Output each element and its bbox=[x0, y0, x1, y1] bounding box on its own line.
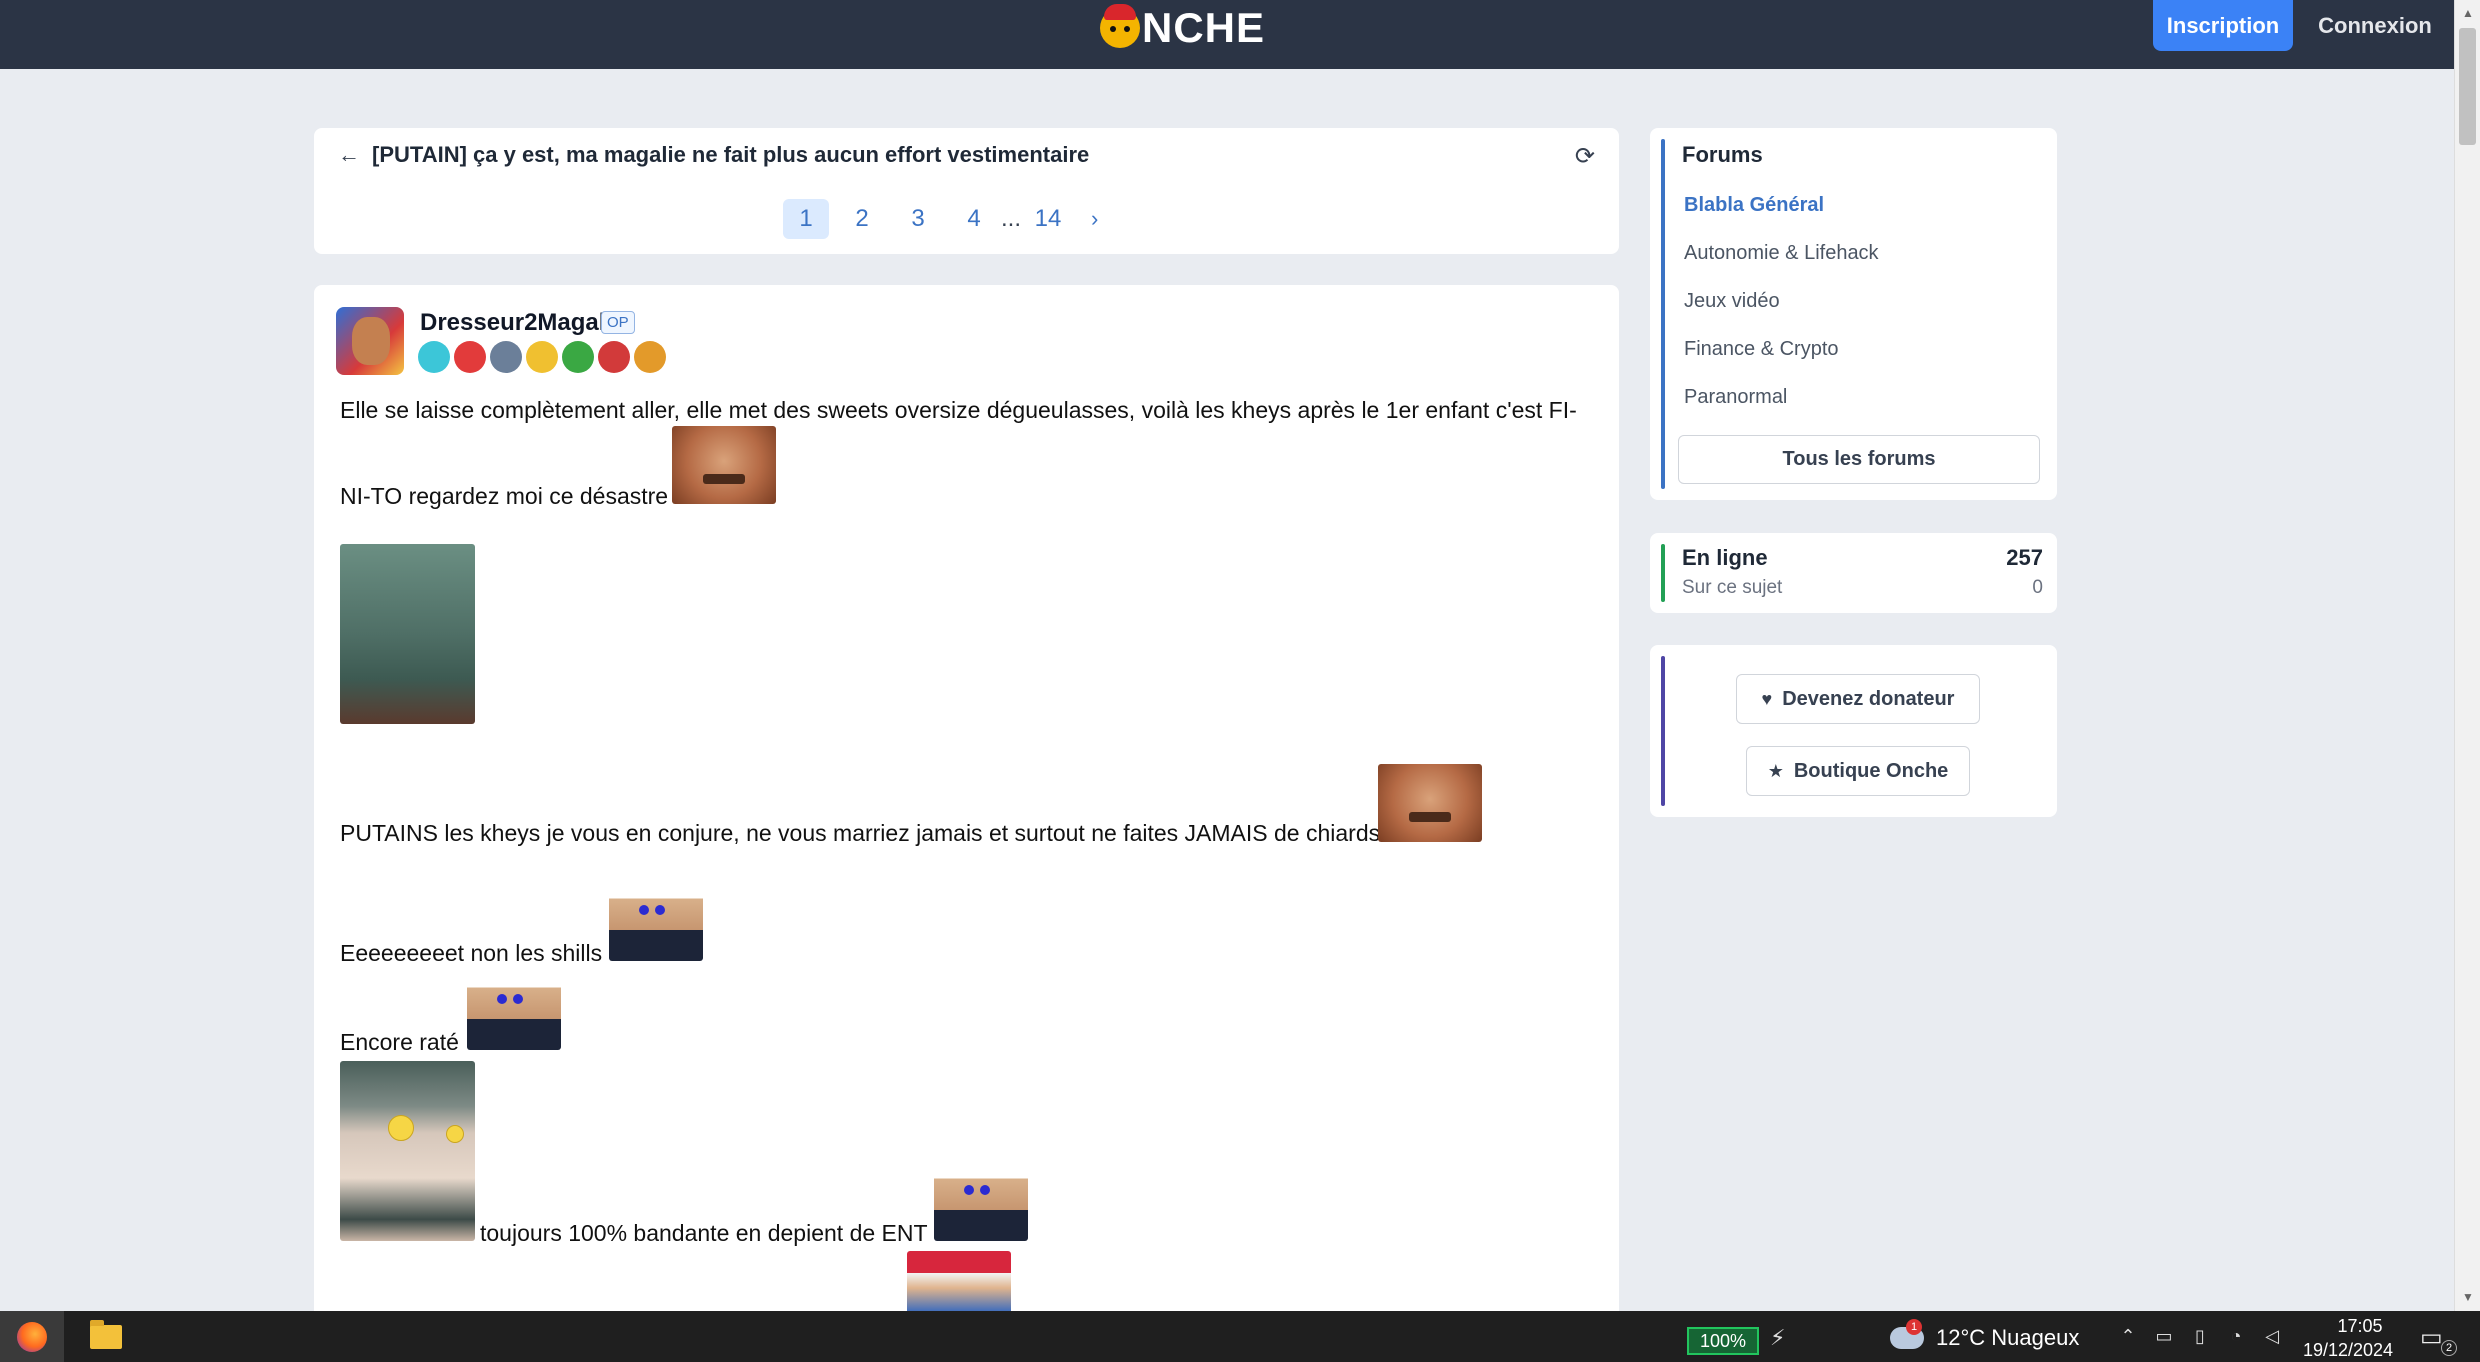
badge-icon bbox=[418, 341, 450, 373]
volume-icon[interactable]: ◁ bbox=[2260, 1325, 2284, 1347]
forum-item-finance[interactable]: Finance & Crypto bbox=[1684, 338, 1839, 361]
support-card: ♥ Devenez donateur ★ Boutique Onche bbox=[1650, 645, 2057, 817]
donate-label: Devenez donateur bbox=[1782, 687, 1955, 710]
badge-icon bbox=[454, 341, 486, 373]
post-card: Dresseur2Magali OP Elle se laisse complè… bbox=[314, 285, 1619, 1325]
sticker-image bbox=[609, 883, 703, 961]
battery-icon[interactable]: ▭ bbox=[2152, 1325, 2176, 1347]
page-link-3[interactable]: 3 bbox=[895, 199, 941, 239]
star-icon: ★ bbox=[1767, 760, 1784, 781]
refresh-icon[interactable]: ⟳ bbox=[1575, 142, 1595, 171]
sticker-image bbox=[1378, 764, 1482, 842]
chevron-right-icon[interactable]: › bbox=[1091, 206, 1098, 232]
post-text-line: Eeeeeeeeet non les shills bbox=[340, 940, 603, 966]
badge-icon bbox=[634, 341, 666, 373]
device-icon[interactable]: ▯ bbox=[2188, 1325, 2212, 1347]
post-text-line: PUTAINS les kheys je vous en conjure, ne… bbox=[340, 820, 1381, 846]
forum-item-paranormal[interactable]: Paranormal bbox=[1684, 386, 1787, 409]
scroll-up-icon[interactable]: ▲ bbox=[2462, 6, 2474, 20]
topic-viewers-count: 0 bbox=[2032, 577, 2043, 598]
mascot-icon bbox=[1100, 4, 1140, 48]
sticker-image bbox=[934, 1163, 1028, 1241]
weather-alert-badge: 1 bbox=[1906, 1319, 1922, 1335]
clock-date[interactable]: 19/12/2024 bbox=[2296, 1340, 2400, 1361]
badge-icon bbox=[490, 341, 522, 373]
wifi-icon[interactable]: ◔ bbox=[2224, 1325, 2248, 1347]
forum-item-blabla[interactable]: Blabla Général bbox=[1684, 194, 1824, 217]
avatar[interactable] bbox=[336, 307, 404, 375]
pagination: 1 2 3 4 ... 14 › bbox=[783, 199, 1098, 239]
online-label: En ligne bbox=[1682, 545, 1768, 570]
chevron-up-icon[interactable]: ⌃ bbox=[2116, 1325, 2140, 1347]
donate-button[interactable]: ♥ Devenez donateur bbox=[1736, 674, 1980, 724]
signup-button[interactable]: Inscription bbox=[2153, 0, 2293, 51]
forum-item-autonomie[interactable]: Autonomie & Lifehack bbox=[1684, 242, 1879, 265]
post-text-line: Encore raté bbox=[340, 1029, 459, 1055]
card-accent bbox=[1661, 139, 1665, 489]
pagination-ellipsis: ... bbox=[1001, 205, 1022, 232]
shop-label: Boutique Onche bbox=[1793, 759, 1949, 782]
post-photo[interactable] bbox=[340, 1061, 475, 1241]
firefox-icon bbox=[17, 1321, 47, 1352]
card-accent bbox=[1661, 544, 1665, 602]
notification-count: 2 bbox=[2441, 1340, 2457, 1356]
topic-title-row: ← [PUTAIN] ça y est, ma magalie ne fait … bbox=[338, 142, 1089, 168]
site-logo[interactable]: NCHE bbox=[1100, 4, 1265, 52]
system-tray: ⌃ ▭ ▯ ◔ ◁ bbox=[2116, 1325, 2296, 1347]
page-link-4[interactable]: 4 bbox=[951, 199, 997, 239]
badge-icon bbox=[526, 341, 558, 373]
sticker-image bbox=[672, 426, 776, 504]
badge-icon bbox=[598, 341, 630, 373]
page-scrollbar[interactable]: ▲ ▼ bbox=[2454, 0, 2480, 1311]
battery-indicator[interactable]: 100% bbox=[1687, 1327, 1759, 1355]
folder-icon bbox=[90, 1319, 122, 1349]
login-button[interactable]: Connexion bbox=[2305, 0, 2445, 51]
weather-text[interactable]: 12°C Nuageux bbox=[1936, 1325, 2079, 1351]
topic-title: [PUTAIN] ça y est, ma magalie ne fait pl… bbox=[372, 142, 1090, 167]
post-text-line: NI-TO regardez moi ce désastre bbox=[340, 483, 669, 509]
post-photo[interactable] bbox=[340, 544, 475, 724]
page-link-2[interactable]: 2 bbox=[839, 199, 885, 239]
notification-icon[interactable]: ▭ bbox=[2420, 1323, 2443, 1352]
smiley-icon bbox=[388, 1115, 414, 1141]
sticker-image bbox=[467, 972, 561, 1050]
card-accent bbox=[1661, 656, 1665, 806]
logo-text: NCHE bbox=[1142, 4, 1266, 51]
online-count: 257 bbox=[2006, 545, 2043, 570]
os-taskbar: 100% ⚡ 1 12°C Nuageux ⌃ ▭ ▯ ◔ ◁ 17:05 19… bbox=[0, 1311, 2480, 1362]
topic-viewers-label: Sur ce sujet bbox=[1682, 577, 1783, 598]
smiley-icon bbox=[446, 1125, 464, 1143]
shop-button[interactable]: ★ Boutique Onche bbox=[1746, 746, 1970, 796]
scroll-thumb[interactable] bbox=[2459, 28, 2476, 145]
post-author[interactable]: Dresseur2Magali bbox=[420, 309, 612, 337]
scroll-down-icon[interactable]: ▼ bbox=[2462, 1290, 2474, 1304]
forums-card: Forums Blabla Général Autonomie & Lifeha… bbox=[1650, 128, 2057, 500]
top-navbar: NCHE Inscription Connexion bbox=[0, 0, 2454, 69]
online-card: En ligne 257 Sur ce sujet 0 bbox=[1650, 533, 2057, 613]
all-forums-button[interactable]: Tous les forums bbox=[1678, 435, 2040, 484]
topic-header-card: ← [PUTAIN] ça y est, ma magalie ne fait … bbox=[314, 128, 1619, 254]
post-text-line: toujours 100% bandante en depient de ENT bbox=[480, 1220, 928, 1246]
arrow-left-icon[interactable]: ← bbox=[338, 142, 360, 168]
page-link-1[interactable]: 1 bbox=[783, 199, 829, 239]
forums-title: Forums bbox=[1682, 142, 1763, 167]
forum-item-jeux-video[interactable]: Jeux vidéo bbox=[1684, 290, 1780, 313]
post-text-line: Elle se laisse complètement aller, elle … bbox=[340, 397, 1577, 423]
taskbar-firefox[interactable] bbox=[0, 1311, 64, 1362]
op-badge: OP bbox=[601, 311, 635, 334]
badge-icon bbox=[562, 341, 594, 373]
clock-time[interactable]: 17:05 bbox=[2320, 1316, 2400, 1337]
taskbar-file-explorer[interactable] bbox=[84, 1311, 128, 1362]
user-badges bbox=[418, 341, 670, 373]
page-link-last[interactable]: 14 bbox=[1025, 199, 1071, 239]
plug-icon: ⚡ bbox=[1770, 1325, 1786, 1350]
heart-icon: ♥ bbox=[1761, 688, 1773, 709]
